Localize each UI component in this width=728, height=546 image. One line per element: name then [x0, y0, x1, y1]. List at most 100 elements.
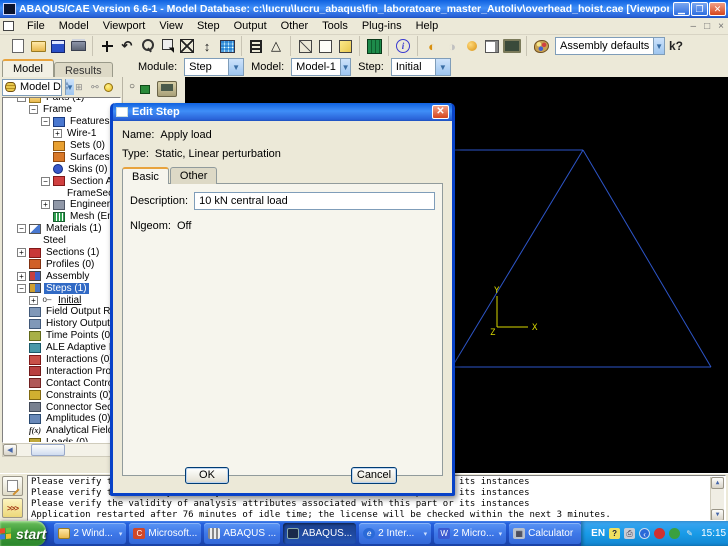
- tree-item-analytical-fields-0[interactable]: f(x)Analytical Fields (0): [3, 425, 120, 437]
- security-tray-icon[interactable]: [654, 528, 665, 539]
- tree-item-steps-1[interactable]: −Steps (1): [3, 282, 120, 294]
- language-indicator[interactable]: EN: [591, 528, 605, 539]
- tree-item-assembly[interactable]: +Assembly: [3, 270, 120, 282]
- shaded-cube-icon[interactable]: [336, 38, 354, 55]
- render-green-cube-icon[interactable]: [365, 38, 383, 55]
- tree-item-field-output-requests[interactable]: Field Output Requests: [3, 306, 120, 318]
- mdi-child-icon[interactable]: [3, 21, 14, 31]
- step-manager-icon[interactable]: [157, 81, 177, 97]
- tab-basic[interactable]: Basic: [122, 167, 169, 184]
- tree-item-ale-adaptive-mesh-constraints[interactable]: ALE Adaptive Mesh Constraints: [3, 342, 120, 354]
- tree-item-engineering-features[interactable]: +Engineering Features: [3, 199, 120, 211]
- pen-tray-icon[interactable]: ✎: [684, 528, 695, 539]
- taskbar-button-2inter[interactable]: e2 Inter...▾: [359, 523, 431, 544]
- hide-icons-icon[interactable]: ‹: [639, 528, 650, 539]
- hiddenline-cube-icon[interactable]: [316, 38, 334, 55]
- menu-other[interactable]: Other: [274, 19, 316, 33]
- dialog-title-bar[interactable]: Edit Step ✕: [113, 103, 452, 121]
- create-step-icon[interactable]: [129, 81, 151, 96]
- tree-item-interaction-properties-0[interactable]: Interaction Properties (0): [3, 365, 120, 377]
- menu-file[interactable]: File: [20, 19, 52, 33]
- render-style-select[interactable]: Assembly defaults▼: [555, 37, 665, 55]
- palette-icon[interactable]: [532, 38, 550, 55]
- tree-item-framesection[interactable]: FrameSection: [3, 187, 120, 199]
- print-icon[interactable]: [69, 38, 87, 55]
- chevron-down-icon[interactable]: ▼: [228, 59, 243, 75]
- message-scrollbar[interactable]: ▲ ▼: [710, 477, 724, 521]
- tree-item-skins-0[interactable]: Skins (0): [3, 163, 120, 175]
- restore-button[interactable]: ❐: [691, 2, 708, 16]
- tree-item-features[interactable]: −Features: [3, 116, 120, 128]
- torus-front-icon[interactable]: [423, 38, 441, 55]
- tree-item-section-assignments-1[interactable]: −Section Assignments (1): [3, 175, 120, 187]
- chevron-down-icon[interactable]: ▼: [653, 38, 664, 54]
- menu-help[interactable]: Help: [409, 19, 446, 33]
- printer-tray-icon[interactable]: ⎙: [624, 528, 635, 539]
- tree-item-time-points-0[interactable]: Time Points (0): [3, 330, 120, 342]
- zoom-icon[interactable]: [138, 38, 156, 55]
- menu-model[interactable]: Model: [52, 19, 96, 33]
- taskbar-button-2wind[interactable]: 2 Wind...▾: [54, 523, 126, 544]
- group-chevron-icon[interactable]: ▾: [424, 530, 428, 538]
- scroll-down-icon[interactable]: ▼: [711, 509, 724, 521]
- monitor-icon[interactable]: [503, 38, 521, 55]
- collapse-icon[interactable]: −: [41, 117, 50, 126]
- tree-item-contact-controls-0[interactable]: Contact Controls (0): [3, 377, 120, 389]
- command-line-icon[interactable]: >>>: [2, 498, 23, 518]
- menu-step[interactable]: Step: [190, 19, 227, 33]
- tab-model[interactable]: Model: [2, 59, 54, 77]
- status-tray-icon[interactable]: [669, 528, 680, 539]
- tree-item-wire-1[interactable]: +Wire-1: [3, 128, 120, 140]
- context-help-icon[interactable]: k?: [667, 38, 685, 55]
- tree-item-interactions-0[interactable]: Interactions (0): [3, 354, 120, 366]
- tree-horizontal-scrollbar[interactable]: ◀: [2, 443, 121, 457]
- zoom-region-icon[interactable]: [158, 38, 176, 55]
- tree-item-profiles-0[interactable]: Profiles (0): [3, 258, 120, 270]
- scroll-up-icon[interactable]: ▲: [711, 477, 724, 489]
- scroll-left-icon[interactable]: ◀: [3, 444, 17, 456]
- close-button[interactable]: ✕: [709, 2, 726, 16]
- collapse-icon[interactable]: −: [17, 97, 26, 102]
- cancel-button[interactable]: Cancel: [351, 467, 397, 484]
- menu-tools[interactable]: Tools: [315, 19, 355, 33]
- menu-plugins[interactable]: Plug-ins: [355, 19, 409, 33]
- taskbar-button-calculator[interactable]: ▦Calculator: [509, 523, 581, 544]
- collapse-icon[interactable]: −: [41, 177, 50, 186]
- wireframe-cube-icon[interactable]: [296, 38, 314, 55]
- child-minimize-button[interactable]: –: [687, 21, 701, 32]
- tree-item-initial[interactable]: +o–Initial: [3, 294, 120, 306]
- viewport-layout-icon[interactable]: [483, 38, 501, 55]
- translate-icon[interactable]: ↕: [198, 38, 216, 55]
- child-close-button[interactable]: ×: [714, 21, 728, 32]
- tree-item-parts-1[interactable]: −Parts (1): [3, 97, 120, 104]
- tree-item-amplitudes-0[interactable]: Amplitudes (0): [3, 413, 120, 425]
- tree-item-materials-1[interactable]: −Materials (1): [3, 223, 120, 235]
- query-ladder-icon[interactable]: [247, 38, 265, 55]
- chevron-down-icon[interactable]: ▼: [340, 59, 350, 75]
- open-icon[interactable]: [29, 38, 47, 55]
- tree-spinner[interactable]: ▲▼: [64, 82, 70, 92]
- taskbar-button-2micro[interactable]: W2 Micro...▾: [434, 523, 506, 544]
- tree-item-connector-sections-0[interactable]: Connector Sections (0): [3, 401, 120, 413]
- expand-icon[interactable]: +: [17, 272, 26, 281]
- group-chevron-icon[interactable]: ▾: [119, 530, 123, 538]
- query-cone-icon[interactable]: △: [267, 38, 285, 55]
- group-chevron-icon[interactable]: ▾: [499, 530, 503, 538]
- model-select[interactable]: Model-1 ▼: [291, 58, 351, 76]
- save-icon[interactable]: [49, 38, 67, 55]
- taskbar-button-abaqus[interactable]: ABAQUS...: [283, 523, 356, 544]
- tree-item-frame[interactable]: −Frame: [3, 104, 120, 116]
- tab-results[interactable]: Results: [54, 62, 113, 77]
- description-input[interactable]: 10 kN central load: [194, 192, 435, 210]
- dialog-close-icon[interactable]: ✕: [432, 105, 449, 119]
- help-tray-icon[interactable]: ?: [609, 528, 620, 539]
- sphere-icon[interactable]: [463, 38, 481, 55]
- start-button[interactable]: start: [0, 521, 46, 546]
- new-icon[interactable]: [9, 38, 27, 55]
- info-icon[interactable]: [394, 38, 412, 55]
- tree-item-surfaces-0[interactable]: Surfaces (0): [3, 151, 120, 163]
- collapse-icon[interactable]: −: [17, 284, 26, 293]
- lightbulb-icon[interactable]: [104, 83, 113, 92]
- collapse-icon[interactable]: −: [17, 224, 26, 233]
- tree-item-constraints-0[interactable]: Constraints (0): [3, 389, 120, 401]
